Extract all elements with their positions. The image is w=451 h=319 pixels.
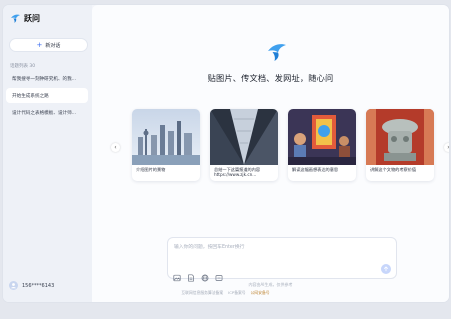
- history-list: 帮我搜寻一刻钟研究机、的我... 开始生成系统之路 设计代码之表格模板、设计师.…: [6, 71, 88, 122]
- footer-link[interactable]: 公网安备号: [251, 290, 270, 296]
- image-upload-button[interactable]: [173, 267, 181, 282]
- chat-composer[interactable]: 输入你的问题，按回车Enter换行: [167, 237, 397, 282]
- document-icon: [188, 274, 194, 282]
- new-chat-button[interactable]: + 新对话: [9, 38, 88, 52]
- card-caption: 解读这幅画想表达的意思: [292, 167, 339, 172]
- send-arrow-icon: [383, 266, 389, 272]
- brand[interactable]: 跃问: [10, 13, 40, 24]
- history-item[interactable]: 帮我搜寻一刻钟研究机、的我...: [6, 71, 88, 86]
- suggestion-card[interactable]: 解读这幅画想表达的意思: [288, 109, 356, 181]
- send-button[interactable]: [381, 264, 391, 274]
- screenshot-icon: [215, 275, 223, 281]
- new-chat-label: 新对话: [45, 42, 61, 49]
- city-skyline-image: [132, 109, 200, 165]
- logo-icon: [11, 14, 20, 23]
- plus-icon: +: [36, 40, 43, 49]
- card-caption: 介绍图片的景物: [136, 167, 166, 172]
- suggestion-cards: 介绍图片的景物 总结一下这篇报道的内容 https://www.zjk.cn..…: [132, 109, 436, 185]
- chat-input[interactable]: 输入你的问题，按回车Enter换行: [174, 243, 244, 250]
- history-item[interactable]: 开始生成系统之路: [6, 88, 88, 103]
- main-panel: 贴图片、传文档、发网址，随心问 ‹ ›: [92, 5, 449, 302]
- history-item-label: 开始生成系统之路: [12, 93, 49, 99]
- skyscraper-image: [210, 109, 278, 165]
- history-item-label: 设计代码之表格模板、设计师...: [12, 110, 77, 116]
- history-heading: 话题列表 30: [10, 64, 36, 69]
- footer: 互联网信息服务算法备案 ICP备案号 公网安备号: [0, 290, 451, 296]
- artifact-image: [366, 109, 434, 165]
- suggestion-card[interactable]: 总结一下这篇报道的内容 https://www.zjk.cn...: [210, 109, 278, 181]
- card-caption: 讲解这个文物的考察价值: [370, 167, 417, 172]
- carousel-prev-button[interactable]: ‹: [111, 143, 120, 152]
- user-profile[interactable]: 156****6143: [9, 281, 54, 290]
- document-upload-button[interactable]: [187, 267, 195, 282]
- history-item-label: 帮我搜寻一刻钟研究机、的我...: [12, 76, 77, 82]
- user-icon: [11, 283, 16, 289]
- ai-disclaimer: 内容由AI生成，仅供参考: [248, 282, 293, 287]
- painting-image: [288, 109, 356, 165]
- user-name: 156****6143: [22, 282, 55, 289]
- history-item[interactable]: 设计代码之表格模板、设计师...: [6, 105, 88, 120]
- brand-name: 跃问: [24, 14, 40, 23]
- logo-icon: [268, 44, 286, 61]
- carousel-next-button[interactable]: ›: [444, 143, 449, 152]
- card-caption: 总结一下这篇报道的内容 https://www.zjk.cn...: [214, 167, 261, 178]
- tagline: 贴图片、传文档、发网址，随心问: [207, 73, 334, 83]
- app-window: 跃问 + 新对话 话题列表 30 帮我搜寻一刻钟研究机、的我... 开始生成系统…: [3, 5, 449, 302]
- suggestion-card[interactable]: 介绍图片的景物: [132, 109, 200, 181]
- screenshot-button[interactable]: [215, 267, 223, 281]
- sidebar: 跃问 + 新对话 话题列表 30 帮我搜寻一刻钟研究机、的我... 开始生成系统…: [3, 5, 92, 302]
- avatar: [9, 281, 18, 290]
- suggestion-card[interactable]: 讲解这个文物的考察价值: [366, 109, 434, 181]
- image-icon: [173, 274, 181, 282]
- web-link-button[interactable]: [201, 267, 209, 282]
- composer-tools: [173, 267, 223, 282]
- globe-icon: [201, 274, 209, 282]
- footer-link[interactable]: ICP备案号: [228, 290, 245, 296]
- footer-link[interactable]: 互联网信息服务算法备案: [181, 290, 223, 296]
